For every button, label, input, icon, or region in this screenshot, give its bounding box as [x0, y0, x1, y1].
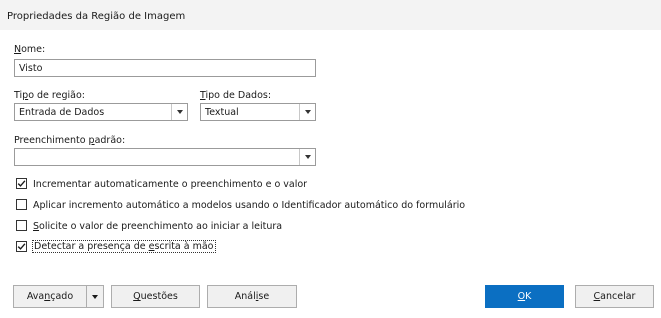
auto-increment-checkbox[interactable] — [16, 178, 27, 189]
chevron-down-icon — [305, 155, 311, 159]
analysis-button[interactable]: Análise — [207, 285, 297, 308]
dialog-title: Propriedades da Região de Imagem — [7, 11, 186, 22]
default-fill-label: Preenchimento padrão: — [14, 135, 125, 146]
region-type-label-part: o de região: — [28, 90, 85, 101]
caret-down-icon — [92, 295, 98, 299]
region-type-label-part: Ti — [14, 90, 23, 101]
ok-button[interactable]: OK — [485, 285, 564, 308]
detect-handwriting-label-part: Detectar a presença de — [34, 241, 149, 252]
name-label: Nome: — [14, 44, 45, 55]
checkmark-icon — [17, 243, 26, 250]
focus-outline: Detectar a presença de escrita à mão — [32, 240, 216, 253]
region-type-value: Entrada de Dados — [19, 107, 105, 118]
auto-increment-label[interactable]: Incrementar automaticamente o preenchime… — [33, 179, 307, 190]
data-type-select[interactable]: Textual — [200, 103, 316, 121]
ok-button-accesskey: O — [517, 291, 526, 302]
data-type-label-part: ipo de Dados: — [205, 90, 272, 101]
region-type-dropdown-button[interactable] — [171, 104, 187, 120]
default-fill-select[interactable] — [14, 148, 316, 166]
default-fill-label-part: adrão: — [94, 135, 126, 146]
advanced-button[interactable]: Avançado — [13, 285, 87, 308]
apply-auto-increment-label-part: Aplicar incremento automático a modelos … — [33, 200, 466, 211]
data-type-value: Textual — [205, 107, 239, 118]
name-input[interactable]: Visto — [14, 59, 316, 77]
chevron-down-icon — [177, 110, 183, 114]
detect-handwriting-checkbox[interactable] — [16, 241, 27, 252]
prompt-fill-checkbox[interactable] — [16, 220, 27, 231]
cancel-button[interactable]: Cancelar — [575, 285, 654, 308]
checkmark-icon — [17, 180, 26, 187]
apply-auto-increment-label[interactable]: Aplicar incremento automático a modelos … — [33, 200, 465, 211]
region-type-label: Tipo de região: — [14, 90, 85, 101]
prompt-fill-label[interactable]: Solicite o valor de preenchimento ao ini… — [33, 221, 282, 232]
prompt-fill-label-part: olicite o valor de preenchimento ao inic… — [39, 221, 283, 232]
advanced-split-button[interactable] — [86, 285, 104, 308]
apply-auto-increment-checkbox[interactable] — [16, 199, 27, 210]
advanced-button-label-part: çado — [50, 291, 74, 302]
default-fill-label-part: Preenchimento — [14, 135, 89, 146]
default-fill-dropdown-button[interactable] — [299, 149, 315, 165]
ok-button-label-part: K — [525, 291, 532, 302]
analysis-button-label-part: Anál — [234, 291, 256, 302]
name-label-part: ome: — [21, 44, 46, 55]
questions-button[interactable]: Questões — [111, 285, 200, 308]
data-type-dropdown-button[interactable] — [299, 104, 315, 120]
chevron-down-icon — [305, 110, 311, 114]
questions-button-accesskey: Q — [133, 291, 141, 302]
detect-handwriting-label-part: scrita à mão — [154, 241, 214, 252]
auto-increment-label-part: Incrementar automaticamente o preenchime… — [33, 179, 308, 190]
cancel-button-label-part: ancelar — [600, 291, 636, 302]
questions-button-label-part: uestões — [140, 291, 178, 302]
analysis-button-label-part: se — [258, 291, 270, 302]
data-type-label: Tipo de Dados: — [200, 90, 271, 101]
region-type-select[interactable]: Entrada de Dados — [14, 103, 188, 121]
title-bar: Propriedades da Região de Imagem — [0, 0, 661, 30]
detect-handwriting-label[interactable]: Detectar a presença de escrita à mão — [32, 240, 216, 253]
advanced-button-label-part: Ava — [26, 291, 45, 302]
